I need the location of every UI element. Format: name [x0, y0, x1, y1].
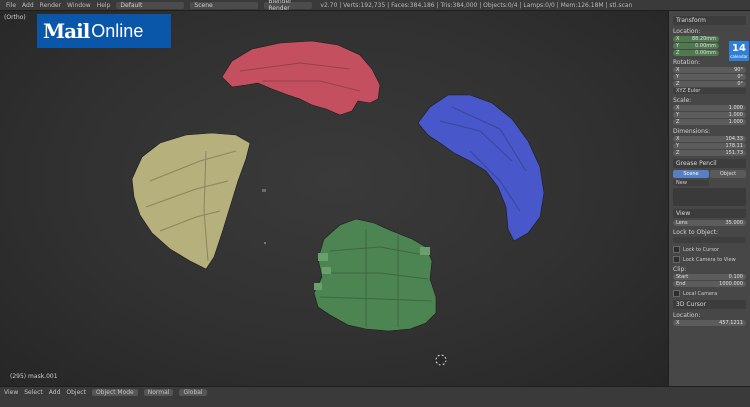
green-fragment — [420, 247, 430, 255]
clip-start-field[interactable]: Start 0.100 — [673, 274, 746, 280]
rotation-x-field[interactable]: X 90° — [673, 67, 746, 73]
grease-layer-list[interactable] — [673, 188, 746, 206]
calendar-icon: 14 calendar — [729, 41, 749, 61]
logo-online-text: Online — [91, 20, 144, 41]
main-menu: File Add Render Window Help — [0, 2, 110, 9]
menu-file[interactable]: File — [6, 2, 16, 9]
scan-pieces — [131, 40, 545, 368]
scale-label: Scale: — [673, 97, 692, 104]
mode-select[interactable]: Object Mode — [91, 388, 138, 396]
scale-z-field[interactable]: Z 1.000 — [673, 119, 746, 125]
3d-cursor-icon[interactable] — [433, 352, 449, 368]
lock-object-field[interactable] — [673, 237, 746, 243]
bottom-header-bar: View Select Add Object Object Mode Norma… — [0, 386, 750, 407]
pivot-select[interactable]: Normal — [143, 388, 174, 396]
lock-camera-checkbox[interactable]: Lock Camera to View — [673, 256, 746, 263]
layout-field[interactable]: Default — [116, 1, 185, 9]
rotation-mode-select[interactable]: XYZ Euler — [673, 88, 746, 94]
green-fragment — [322, 267, 331, 274]
local-camera-checkbox[interactable]: Local Camera — [673, 290, 746, 297]
lens-field[interactable]: Lens 35.000 — [673, 220, 746, 226]
viewport-status: (295) mask.001 — [10, 373, 58, 380]
cursor-location-label: Location: — [673, 312, 701, 319]
menu-help[interactable]: Help — [97, 2, 111, 9]
clip-label: Clip: — [673, 266, 687, 273]
rotation-y-field[interactable]: Y 0° — [673, 74, 746, 80]
scale-x-field[interactable]: X 1.000 — [673, 105, 746, 111]
tab-scene[interactable]: Scene — [673, 170, 709, 178]
location-y-field[interactable]: Y 0.00mm — [673, 43, 719, 49]
menu-add-object[interactable]: Add — [49, 389, 61, 396]
menu-view[interactable]: View — [4, 389, 18, 396]
orientation-select[interactable]: Global — [179, 388, 207, 396]
rotation-z-field[interactable]: Z 0° — [673, 81, 746, 87]
debris — [264, 242, 266, 244]
viewport-header: View Select Add Object Object Mode Norma… — [0, 387, 750, 397]
menu-window[interactable]: Window — [67, 2, 91, 9]
top-header-bar: File Add Render Window Help Default Scen… — [0, 0, 750, 12]
dimensions-x-field[interactable]: X 104.33 — [673, 136, 746, 142]
3d-cursor-section-header[interactable]: 3D Cursor — [673, 300, 746, 309]
blue-skull-piece[interactable] — [417, 94, 545, 242]
dimensions-y-field[interactable]: Y 178.11 — [673, 143, 746, 149]
menu-add[interactable]: Add — [22, 2, 34, 9]
transform-section-header[interactable]: Transform — [673, 16, 746, 25]
mailonline-logo: Mail Online — [37, 14, 171, 48]
dimensions-z-field[interactable]: Z 151.73 — [673, 150, 746, 156]
grease-new-button[interactable]: New — [673, 180, 709, 186]
render-engine-field[interactable]: Blender Render — [264, 0, 313, 12]
3d-viewport[interactable]: (Ortho) (295) mask.001 — [0, 11, 668, 386]
menu-select[interactable]: Select — [24, 389, 43, 396]
scene-field[interactable]: Scene — [190, 1, 259, 9]
location-label: Location: — [673, 28, 701, 35]
dimensions-label: Dimensions: — [673, 128, 711, 135]
scale-y-field[interactable]: Y 1.000 — [673, 112, 746, 118]
scene-info: v2.70 | Verts:192,735 | Faces:384,186 | … — [320, 1, 633, 9]
logo-mail-text: Mail — [43, 19, 90, 43]
red-skull-piece[interactable] — [221, 40, 381, 116]
tab-object[interactable]: Object — [710, 170, 746, 178]
grease-pencil-section-header[interactable]: Grease Pencil — [673, 159, 746, 168]
menu-render[interactable]: Render — [40, 2, 61, 9]
lock-to-cursor-checkbox[interactable]: Lock to Cursor — [673, 246, 746, 253]
green-fragment — [318, 253, 328, 261]
lock-to-object-label: Lock to Object: — [673, 229, 719, 236]
cursor-x-field[interactable]: X 457.1211 — [673, 320, 746, 326]
tan-skull-piece[interactable] — [131, 132, 251, 270]
location-z-field[interactable]: Z 0.00mm — [673, 50, 719, 56]
green-fragment — [314, 283, 322, 290]
clip-end-field[interactable]: End 1000.000 — [673, 281, 746, 287]
location-x-field[interactable]: X 88.20mm — [673, 36, 719, 42]
green-skull-piece[interactable] — [313, 218, 437, 332]
menu-object[interactable]: Object — [66, 389, 86, 396]
properties-panel: Transform Location: X 88.20mm Y 0.00mm Z 0.… — [668, 11, 750, 386]
view-section-header[interactable]: View — [673, 209, 746, 218]
grease-pencil-tabs: Scene Object — [673, 170, 746, 178]
debris — [262, 189, 266, 192]
